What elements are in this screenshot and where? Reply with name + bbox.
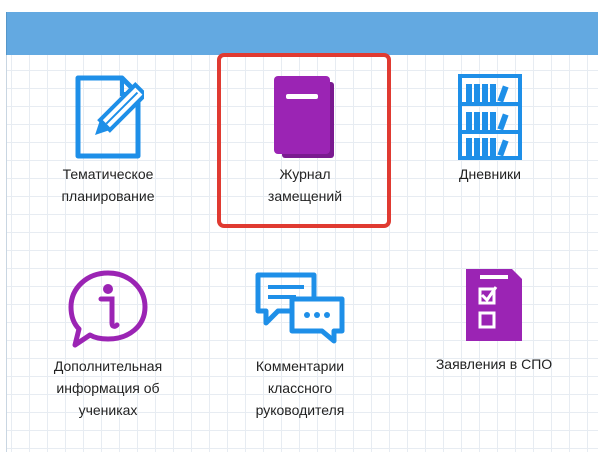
- tile-diaries[interactable]: Дневники: [400, 60, 580, 250]
- top-header-bar: [6, 12, 598, 55]
- tile-label: Тематическое планирование: [61, 166, 155, 204]
- tile-label: Журнал замещений: [267, 166, 343, 204]
- document-pencil-icon: [72, 74, 149, 160]
- tile-label: Дополнительная информация об учениках: [53, 358, 163, 418]
- tile-label: Заявления в СПО: [435, 356, 553, 372]
- tile-substitution-journal[interactable]: Журнал замещений: [215, 60, 395, 250]
- tile-class-teacher-comments[interactable]: Комментарии классного руководителя: [210, 265, 390, 455]
- tile-label: Дневники: [459, 166, 521, 182]
- chat-bubbles-icon: [252, 269, 348, 345]
- tile-spo-applications[interactable]: Заявления в СПО: [404, 265, 584, 455]
- journal-book-icon: [270, 74, 340, 160]
- tile-label: Комментарии классного руководителя: [255, 358, 345, 418]
- info-speech-icon: [65, 269, 151, 349]
- checklist-clipboard-icon: [464, 267, 524, 343]
- tile-thematic-planning[interactable]: Тематическое планирование: [18, 60, 198, 250]
- tile-additional-student-info[interactable]: Дополнительная информация об учениках: [18, 265, 198, 455]
- bookshelf-icon: [458, 74, 522, 160]
